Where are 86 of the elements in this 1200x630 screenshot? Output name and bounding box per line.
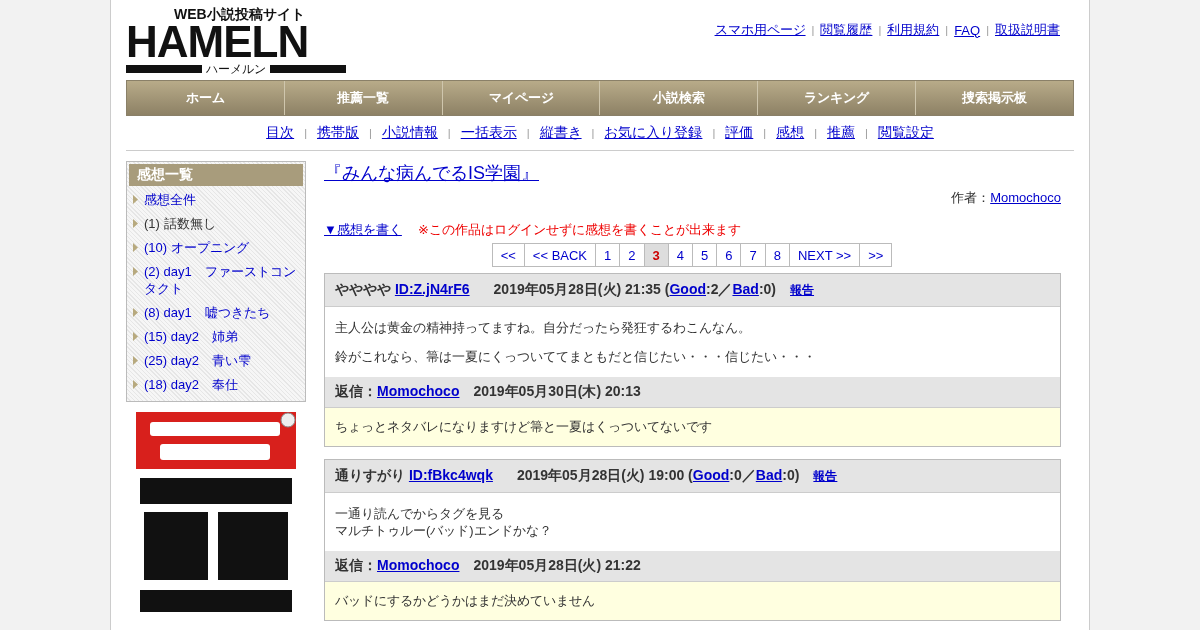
author-label: 作者： bbox=[951, 190, 991, 205]
novel-title-link[interactable]: 『みんな病んでるIS学園』 bbox=[324, 163, 539, 183]
separator: | bbox=[304, 127, 307, 139]
novel-menu-link[interactable]: 携帯版 bbox=[317, 124, 359, 142]
bullet-icon bbox=[133, 356, 138, 365]
separator: | bbox=[591, 127, 595, 139]
separator: | bbox=[763, 127, 767, 139]
separator: | bbox=[814, 127, 817, 139]
comment-author-line: 通りすがり ID:fBkc4wqk bbox=[335, 467, 493, 485]
page-link[interactable]: 7 bbox=[740, 243, 766, 267]
comment-text: 一通り読んでからタグを見る マルチトゥルー(バッド)エンドかな？ bbox=[335, 505, 553, 539]
novel-menu-link[interactable]: 評価 bbox=[725, 124, 754, 142]
vote-link[interactable]: Bad bbox=[732, 281, 759, 297]
reply-author: 返信：Momochoco bbox=[335, 557, 460, 575]
user-id-link[interactable]: ID:Z.jN4rF6 bbox=[394, 281, 470, 297]
header-link[interactable]: FAQ bbox=[954, 22, 981, 38]
bullet-icon bbox=[133, 380, 138, 389]
sidebar-item[interactable]: (18) day2 奉仕 bbox=[144, 376, 238, 393]
notice-text: ※この作品はログインせずに感想を書くことが出来ます bbox=[417, 221, 741, 239]
page-link[interactable]: << bbox=[491, 243, 525, 267]
header-link[interactable]: 利用規約 bbox=[887, 21, 940, 39]
write-review-link[interactable]: ▼感想を書く bbox=[324, 221, 402, 239]
separator: | bbox=[811, 24, 815, 36]
separator: | bbox=[945, 24, 949, 36]
page-link[interactable]: << BACK bbox=[523, 243, 597, 267]
sidebar-item[interactable]: 感想全件 bbox=[144, 191, 196, 208]
page-link[interactable]: 5 bbox=[692, 243, 718, 267]
novel-menu-link[interactable]: 縦書き bbox=[539, 124, 582, 142]
comment-text: 主人公は黄金の精神持ってますね。自分だったら発狂するわこんなん。 bbox=[335, 319, 752, 336]
site-logo[interactable]: WEB小説投稿サイト HAMELN ハーメルン bbox=[126, 6, 346, 76]
report-link[interactable]: 報告 bbox=[790, 282, 815, 299]
page-link[interactable]: >> bbox=[859, 243, 893, 267]
novel-menu-link[interactable]: 小説情報 bbox=[381, 124, 438, 142]
author-link[interactable]: Momochoco bbox=[990, 190, 1061, 205]
sidebar-item: (1) 話数無し bbox=[144, 215, 216, 232]
sidebar-item[interactable]: (15) day2 姉弟 bbox=[144, 328, 238, 345]
novel-menu-link[interactable]: 推薦 bbox=[827, 124, 855, 142]
reply-author: 返信：Momochoco bbox=[335, 383, 460, 401]
comment-author-line: やややや ID:Z.jN4rF6 bbox=[335, 281, 470, 299]
separator: | bbox=[878, 24, 882, 36]
page-link[interactable]: 2 bbox=[619, 243, 645, 267]
author-link[interactable]: Momochoco bbox=[377, 557, 460, 573]
vote-link[interactable]: Bad bbox=[755, 467, 783, 483]
separator: | bbox=[865, 127, 868, 139]
novel-menu-link[interactable]: 一括表示 bbox=[460, 124, 517, 142]
page-link[interactable]: 4 bbox=[667, 243, 693, 267]
separator: | bbox=[447, 127, 451, 139]
page-link[interactable]: 1 bbox=[595, 243, 621, 267]
page-link[interactable]: 6 bbox=[716, 243, 742, 267]
bullet-icon bbox=[133, 195, 138, 204]
separator: | bbox=[369, 127, 372, 139]
header-link[interactable]: 取扱説明書 bbox=[995, 21, 1060, 39]
page-link[interactable]: 3 bbox=[643, 243, 669, 267]
sidebar-title: 感想一覧 bbox=[129, 164, 303, 186]
novel-menu-link[interactable]: 感想 bbox=[776, 124, 805, 142]
bullet-icon bbox=[133, 332, 138, 341]
bullet-icon bbox=[133, 308, 138, 317]
reply-date: 2019年05月28日(火) 21:22 bbox=[473, 557, 641, 575]
sidebar-item[interactable]: (8) day1 嘘つきたち bbox=[144, 304, 270, 321]
comment-text: 鈴がこれなら、箒は一夏にくっついててまともだと信じたい・・・信じたい・・・ bbox=[335, 348, 817, 365]
bullet-icon bbox=[133, 267, 138, 276]
separator: | bbox=[712, 127, 716, 139]
sidebar-item[interactable]: (25) day2 青い雫 bbox=[144, 352, 251, 369]
comment-meta: 2019年05月28日(火) 19:00 (Good:0／Bad:0) bbox=[516, 467, 800, 485]
header-link[interactable]: 閲覧履歴 bbox=[820, 21, 873, 39]
reply-date: 2019年05月30日(木) 20:13 bbox=[473, 383, 641, 401]
reply-text: バッドにするかどうかはまだ決めていません bbox=[325, 581, 1060, 620]
report-link[interactable]: 報告 bbox=[813, 468, 838, 485]
vote-link[interactable]: Good bbox=[669, 281, 706, 297]
user-id-link[interactable]: ID:fBkc4wqk bbox=[408, 467, 493, 483]
header-link[interactable]: スマホ用ページ bbox=[714, 21, 806, 39]
vote-link[interactable]: Good bbox=[692, 467, 730, 483]
novel-menu-link[interactable]: お気に入り登録 bbox=[604, 124, 703, 142]
novel-menu-link[interactable]: 閲覧設定 bbox=[877, 124, 934, 142]
novel-menu-link[interactable]: 目次 bbox=[266, 124, 295, 142]
separator: | bbox=[986, 24, 989, 36]
reply-text: ちょっとネタバレになりますけど箒と一夏はくっついてないです bbox=[325, 407, 1060, 446]
sidebar-item[interactable]: (10) オープニング bbox=[144, 239, 249, 256]
bullet-icon bbox=[133, 219, 138, 228]
bullet-icon bbox=[133, 243, 138, 252]
sidebar-item[interactable]: (2) day1 ファーストコンタクト bbox=[144, 263, 299, 297]
page-link[interactable]: NEXT >> bbox=[788, 243, 861, 267]
author-link[interactable]: Momochoco bbox=[377, 383, 460, 399]
page-link[interactable]: 8 bbox=[764, 243, 790, 267]
comment-meta: 2019年05月28日(火) 21:35 (Good:2／Bad:0) bbox=[493, 281, 777, 299]
separator: | bbox=[526, 127, 530, 139]
